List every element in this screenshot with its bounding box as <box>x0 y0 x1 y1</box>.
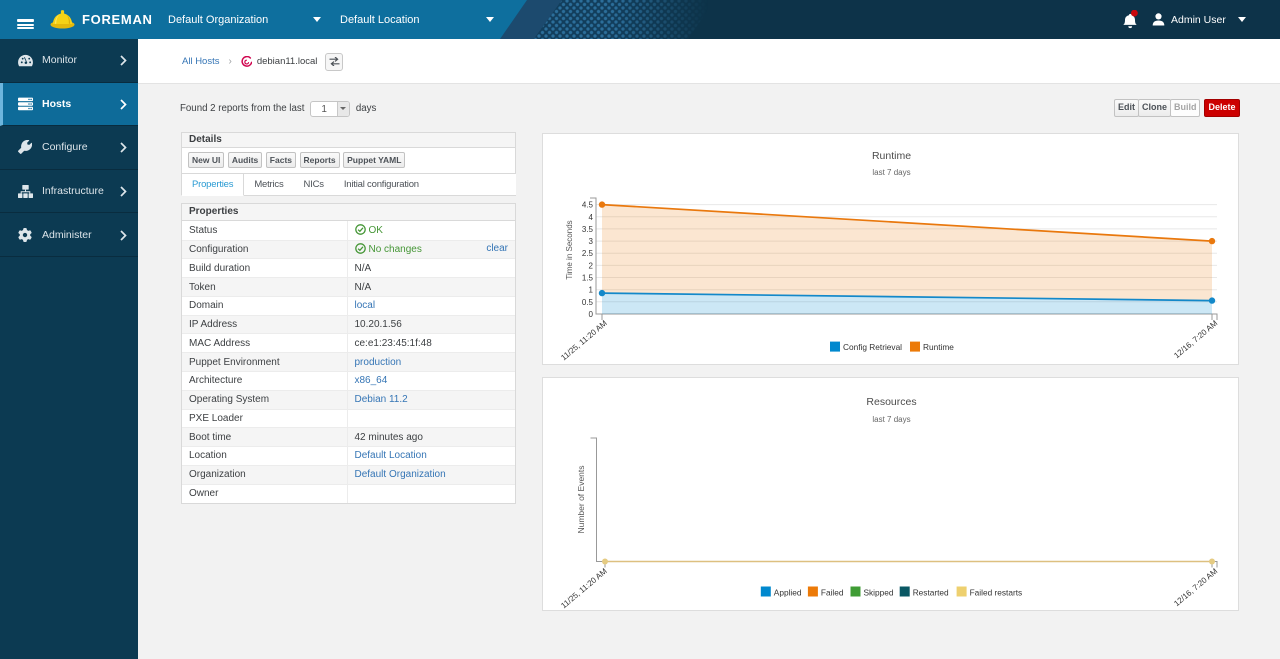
svg-text:0: 0 <box>589 310 594 319</box>
svg-text:Applied: Applied <box>774 588 802 598</box>
svg-text:last 7 days: last 7 days <box>872 415 910 424</box>
svg-text:Time in Seconds: Time in Seconds <box>565 220 574 279</box>
svg-text:3: 3 <box>589 237 594 246</box>
svg-text:0.5: 0.5 <box>582 298 594 307</box>
svg-text:2: 2 <box>589 261 594 270</box>
svg-text:1.5: 1.5 <box>582 274 594 283</box>
svg-text:11/25, 11:20 AM: 11/25, 11:20 AM <box>559 566 609 610</box>
svg-text:3.5: 3.5 <box>582 225 594 234</box>
svg-text:Skipped: Skipped <box>864 588 894 598</box>
svg-text:Restarted: Restarted <box>913 588 949 598</box>
svg-text:Runtime: Runtime <box>872 150 911 162</box>
svg-text:Resources: Resources <box>866 396 916 408</box>
svg-text:1: 1 <box>589 286 594 295</box>
svg-text:12/16, 7:20 AM: 12/16, 7:20 AM <box>1172 318 1219 360</box>
svg-text:Failed restarts: Failed restarts <box>970 588 1023 598</box>
svg-text:Number of Events: Number of Events <box>576 465 586 533</box>
svg-text:Config Retrieval: Config Retrieval <box>843 342 902 352</box>
svg-text:Failed: Failed <box>821 588 844 598</box>
svg-text:4: 4 <box>589 213 594 222</box>
svg-text:12/16, 7:20 AM: 12/16, 7:20 AM <box>1172 566 1219 608</box>
svg-text:4.5: 4.5 <box>582 201 594 210</box>
svg-text:last 7 days: last 7 days <box>872 168 910 177</box>
svg-text:2.5: 2.5 <box>582 249 594 258</box>
svg-text:Runtime: Runtime <box>923 342 954 352</box>
svg-text:11/25, 11:20 AM: 11/25, 11:20 AM <box>559 318 609 362</box>
